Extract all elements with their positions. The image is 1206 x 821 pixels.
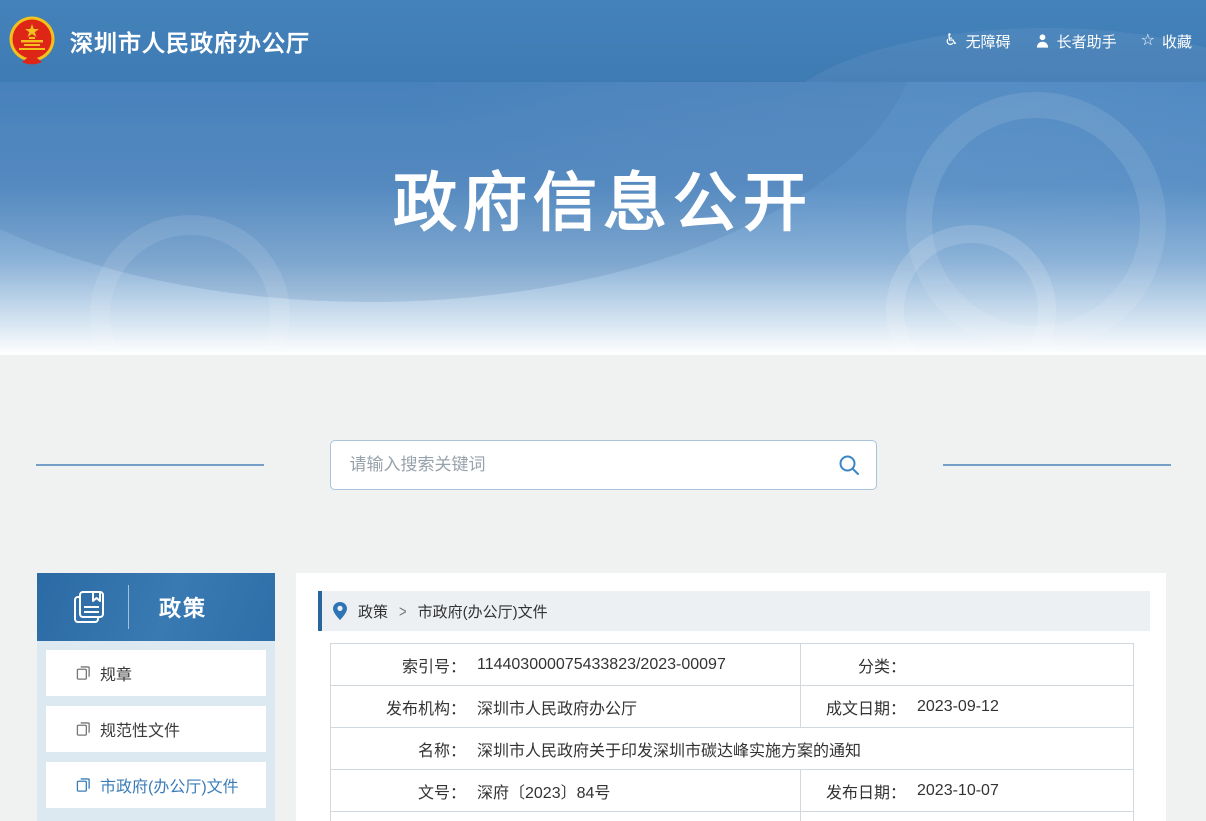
decorative-line-right: [943, 464, 1171, 466]
meta-doc-number-label: 文号：: [331, 779, 466, 803]
sidebar-item-label: 规章: [100, 661, 132, 685]
main-panel: 政策 > 市政府(办公厅)文件 索引号： 114403000075433823/…: [296, 573, 1166, 821]
breadcrumb-accent-bar: [318, 591, 322, 631]
meta-empty-cell: [331, 812, 801, 821]
elder-assistant-label: 长者助手: [1057, 31, 1117, 52]
meta-doc-number-cell: 文号： 深府〔2023〕84号: [331, 770, 801, 812]
decorative-line-left: [36, 464, 264, 466]
meta-title-label: 名称：: [331, 737, 466, 761]
columns: 政策 规章 规范性文件: [0, 573, 1206, 821]
wheelchair-icon: ♿: [944, 33, 958, 49]
star-icon: ☆: [1141, 33, 1155, 49]
breadcrumb: 政策 > 市政府(办公厅)文件: [318, 591, 1150, 631]
document-icon: [76, 721, 91, 737]
favorite-link[interactable]: ☆ 收藏: [1141, 31, 1192, 52]
table-row: 索引号： 114403000075433823/2023-00097 分类：: [331, 644, 1134, 686]
topbar: 深圳市人民政府办公厅 ♿ 无障碍 长者助手 ☆ 收藏: [0, 0, 1206, 82]
table-row: 发布机构： 深圳市人民政府办公厅 成文日期： 2023-09-12: [331, 686, 1134, 728]
breadcrumb-separator: >: [399, 602, 407, 621]
document-icon: [76, 777, 91, 793]
meta-written-date-label: 成文日期：: [801, 695, 906, 719]
meta-doc-number-value: 深府〔2023〕84号: [477, 779, 610, 803]
banner-title: 政府信息公开: [393, 152, 813, 244]
book-icon: [71, 589, 107, 625]
search-icon: [838, 454, 860, 476]
sidebar-item-label: 规范性文件: [100, 717, 180, 741]
search-button[interactable]: [838, 454, 860, 476]
document-meta-table: 索引号： 114403000075433823/2023-00097 分类：: [330, 643, 1134, 821]
sidebar-item-label: 市政府(办公厅)文件: [100, 773, 239, 797]
meta-publish-date-label: 发布日期：: [801, 779, 906, 803]
meta-agency-label: 发布机构：: [331, 695, 466, 719]
favorite-label: 收藏: [1162, 31, 1192, 52]
sidebar-header-divider: [128, 585, 129, 629]
accessibility-label: 无障碍: [966, 31, 1011, 52]
search-row: [0, 440, 1206, 490]
breadcrumb-current: 市政府(办公厅)文件: [418, 601, 548, 622]
sidebar: 政策 规章 规范性文件: [37, 573, 275, 821]
accessibility-link[interactable]: ♿ 无障碍: [944, 31, 1010, 52]
meta-publish-date-value: 2023-10-07: [917, 782, 999, 800]
sidebar-list: 规章 规范性文件 市政府(办公厅)文件: [37, 641, 275, 821]
meta-empty-cell: [801, 812, 1134, 821]
topbar-links: ♿ 无障碍 长者助手 ☆ 收藏: [944, 31, 1192, 52]
meta-written-date-value: 2023-09-12: [917, 698, 999, 716]
sidebar-header: 政策: [37, 573, 275, 641]
meta-category-label: 分类：: [801, 653, 906, 677]
content-area: 政策 规章 规范性文件: [0, 355, 1206, 821]
sidebar-item-city-gov-office-files[interactable]: 市政府(办公厅)文件: [46, 762, 266, 808]
meta-index-value: 114403000075433823/2023-00097: [477, 656, 726, 674]
table-row: 文号： 深府〔2023〕84号 发布日期： 2023-10-07: [331, 770, 1134, 812]
meta-agency-value: 深圳市人民政府办公厅: [477, 695, 637, 719]
table-row-partial: [331, 812, 1134, 821]
search-input[interactable]: [350, 455, 838, 475]
breadcrumb-link-policy[interactable]: 政策: [358, 601, 388, 622]
document-icon: [76, 665, 91, 681]
sidebar-title: 政策: [159, 591, 207, 623]
meta-title-cell: 名称： 深圳市人民政府关于印发深圳市碳达峰实施方案的通知: [331, 728, 1134, 770]
site-title: 深圳市人民政府办公厅: [70, 24, 310, 58]
meta-index-cell: 索引号： 114403000075433823/2023-00097: [331, 644, 801, 686]
meta-agency-cell: 发布机构： 深圳市人民政府办公厅: [331, 686, 801, 728]
elder-assistant-icon: [1035, 33, 1050, 49]
meta-index-label: 索引号：: [331, 653, 466, 677]
banner: 政府信息公开: [0, 82, 1206, 355]
meta-title-value: 深圳市人民政府关于印发深圳市碳达峰实施方案的通知: [477, 737, 861, 761]
national-emblem-logo: [8, 16, 56, 66]
sidebar-item-regulations[interactable]: 规章: [46, 650, 266, 696]
page: 深圳市人民政府办公厅 ♿ 无障碍 长者助手 ☆ 收藏: [0, 0, 1206, 821]
table-row: 名称： 深圳市人民政府关于印发深圳市碳达峰实施方案的通知: [331, 728, 1134, 770]
location-pin-icon: [333, 602, 347, 620]
meta-written-date-cell: 成文日期： 2023-09-12: [801, 686, 1134, 728]
site-brand[interactable]: 深圳市人民政府办公厅: [8, 16, 310, 66]
meta-category-cell: 分类：: [801, 644, 1134, 686]
elder-assistant-link[interactable]: 长者助手: [1035, 31, 1117, 52]
sidebar-item-normative-documents[interactable]: 规范性文件: [46, 706, 266, 752]
search-box: [330, 440, 877, 490]
meta-publish-date-cell: 发布日期： 2023-10-07: [801, 770, 1134, 812]
